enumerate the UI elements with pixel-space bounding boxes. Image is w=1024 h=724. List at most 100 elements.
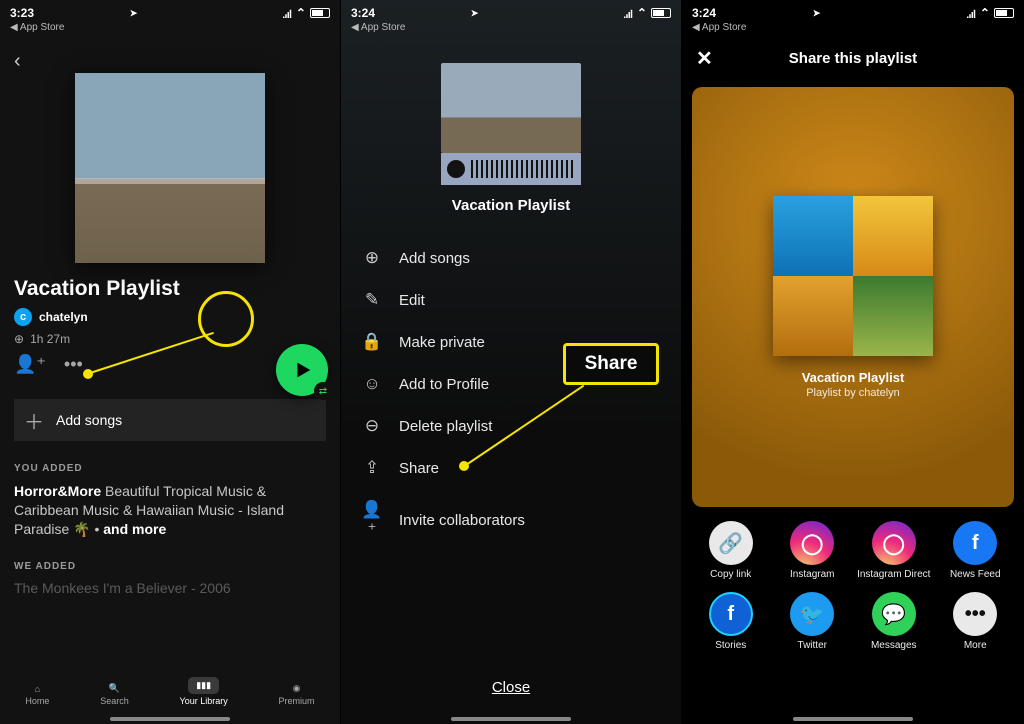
battery-icon (651, 8, 671, 18)
screen-playlist: 3:23 ➤ ⌃ ◀ App Store ‹ Vacation Playlist… (0, 0, 341, 724)
menu-delete[interactable]: ⊖Delete playlist (361, 416, 661, 436)
status-bar: 3:24 ➤ ⌃ (341, 0, 681, 22)
shuffle-badge-icon: ⇄ (314, 382, 332, 400)
track-row-1[interactable]: Horror&More Beautiful Tropical Music & C… (14, 482, 326, 539)
wifi-icon: ⌃ (296, 6, 306, 20)
facebook-stories-icon: f (709, 592, 753, 636)
facebook-icon: f (953, 521, 997, 565)
close-button[interactable]: Close (341, 679, 681, 696)
back-chevron-icon[interactable]: ‹ (14, 50, 21, 73)
playlist-cover (75, 73, 265, 263)
signal-icon (624, 9, 633, 18)
spotify-icon: ◉ (293, 683, 301, 694)
menu-add-songs[interactable]: ⊕Add songs (361, 248, 661, 268)
share-instagram[interactable]: ◯Instagram (772, 521, 854, 580)
instagram-icon: ◯ (790, 521, 834, 565)
menu-share[interactable]: ⇪Share (361, 458, 661, 478)
home-indicator[interactable] (110, 717, 230, 721)
link-icon: 🔗 (709, 521, 753, 565)
globe-icon: ⊕ (14, 332, 24, 346)
tab-home[interactable]: ⌂Home (25, 684, 49, 706)
spotify-logo-icon (447, 160, 465, 178)
battery-icon (994, 8, 1014, 18)
share-playlist-title: Vacation Playlist (802, 370, 905, 385)
minus-circle-icon: ⊖ (361, 416, 383, 436)
plus-circle-icon: ⊕ (361, 248, 383, 268)
owner-row[interactable]: c chatelyn (14, 308, 326, 326)
share-title: Share this playlist (789, 50, 917, 67)
tab-search[interactable]: 🔍Search (100, 683, 129, 706)
more-options-icon[interactable]: ••• (64, 354, 83, 375)
add-songs-row[interactable]: ＋ Add songs (14, 399, 326, 441)
add-user-icon[interactable]: 👤⁺ (14, 354, 46, 375)
add-songs-label: Add songs (56, 412, 122, 428)
signal-icon (967, 9, 976, 18)
share-playlist-sub: Playlist by chatelyn (806, 387, 900, 399)
share-news-feed[interactable]: fNews Feed (935, 521, 1017, 580)
share-targets: 🔗Copy link ◯Instagram ◯Instagram Direct … (690, 521, 1016, 651)
status-bar: 3:23 ➤ ⌃ (0, 0, 340, 22)
search-icon: 🔍 (109, 683, 120, 694)
profile-icon: ☺ (361, 374, 383, 394)
menu-invite[interactable]: 👤⁺Invite collaborators (361, 500, 661, 540)
add-user-icon: 👤⁺ (361, 500, 383, 540)
messages-icon: 💬 (872, 592, 916, 636)
menu-make-private[interactable]: 🔒Make private (361, 332, 661, 352)
tab-library[interactable]: ▮▮▮Your Library (180, 677, 228, 706)
playlist-duration: 1h 27m (30, 332, 70, 346)
share-icon: ⇪ (361, 458, 383, 478)
home-indicator[interactable] (451, 717, 571, 721)
share-stories[interactable]: fStories (690, 592, 772, 651)
lock-icon: 🔒 (361, 332, 383, 352)
status-bar: 3:24 ➤ ⌃ (682, 0, 1024, 22)
tab-premium[interactable]: ◉Premium (279, 683, 315, 706)
share-instagram-direct[interactable]: ◯Instagram Direct (853, 521, 935, 580)
status-indicators: ⌃ (624, 6, 671, 20)
signal-icon (283, 9, 292, 18)
status-location-icon: ➤ (813, 8, 821, 19)
share-header: ✕ Share this playlist (682, 35, 1024, 81)
play-button[interactable]: ⇄ (276, 344, 328, 396)
back-to-app[interactable]: ◀ App Store (341, 22, 681, 35)
more-icon: ••• (953, 592, 997, 636)
share-twitter[interactable]: 🐦Twitter (772, 592, 854, 651)
share-cover (773, 196, 933, 356)
home-indicator[interactable] (793, 717, 913, 721)
play-icon (291, 359, 313, 381)
wifi-icon: ⌃ (637, 6, 647, 20)
library-icon: ▮▮▮ (196, 680, 211, 690)
twitter-icon: 🐦 (790, 592, 834, 636)
track-row-2[interactable]: The Monkees I'm a Believer - 2006 (14, 580, 326, 596)
share-messages[interactable]: 💬Messages (853, 592, 935, 651)
owner-avatar: c (14, 308, 32, 326)
playlist-meta: ⊕ 1h 27m (14, 332, 326, 346)
share-more[interactable]: •••More (935, 592, 1017, 651)
context-title: Vacation Playlist (361, 197, 661, 214)
battery-icon (310, 8, 330, 18)
share-copy-link[interactable]: 🔗Copy link (690, 521, 772, 580)
status-time: 3:23 (10, 6, 34, 20)
back-to-app[interactable]: ◀ App Store (0, 22, 340, 35)
and-more: and more (103, 521, 166, 537)
section-we-added: WE ADDED (14, 561, 326, 572)
status-time: 3:24 (351, 6, 375, 20)
section-you-added: YOU ADDED (14, 463, 326, 474)
mini-cover (441, 63, 581, 153)
screen-context-menu: 3:24 ➤ ⌃ ◀ App Store Vacation Playlist ⊕… (341, 0, 682, 724)
plus-icon: ＋ (24, 406, 44, 435)
status-indicators: ⌃ (967, 6, 1014, 20)
back-to-app[interactable]: ◀ App Store (682, 22, 1024, 35)
screen-share-sheet: 3:24 ➤ ⌃ ◀ App Store ✕ Share this playli… (682, 0, 1024, 724)
status-location-icon: ➤ (130, 8, 138, 19)
playlist-title: Vacation Playlist (14, 277, 326, 301)
menu-edit[interactable]: ✎Edit (361, 290, 661, 310)
status-indicators: ⌃ (283, 6, 330, 20)
instagram-direct-icon: ◯ (872, 521, 916, 565)
home-icon: ⌂ (35, 684, 40, 694)
pencil-icon: ✎ (361, 290, 383, 310)
wifi-icon: ⌃ (980, 6, 990, 20)
tab-bar: ⌂Home 🔍Search ▮▮▮Your Library ◉Premium (0, 658, 340, 724)
close-icon[interactable]: ✕ (696, 46, 713, 71)
spotify-code (441, 153, 581, 185)
menu-add-to-profile[interactable]: ☺Add to Profile (361, 374, 661, 394)
